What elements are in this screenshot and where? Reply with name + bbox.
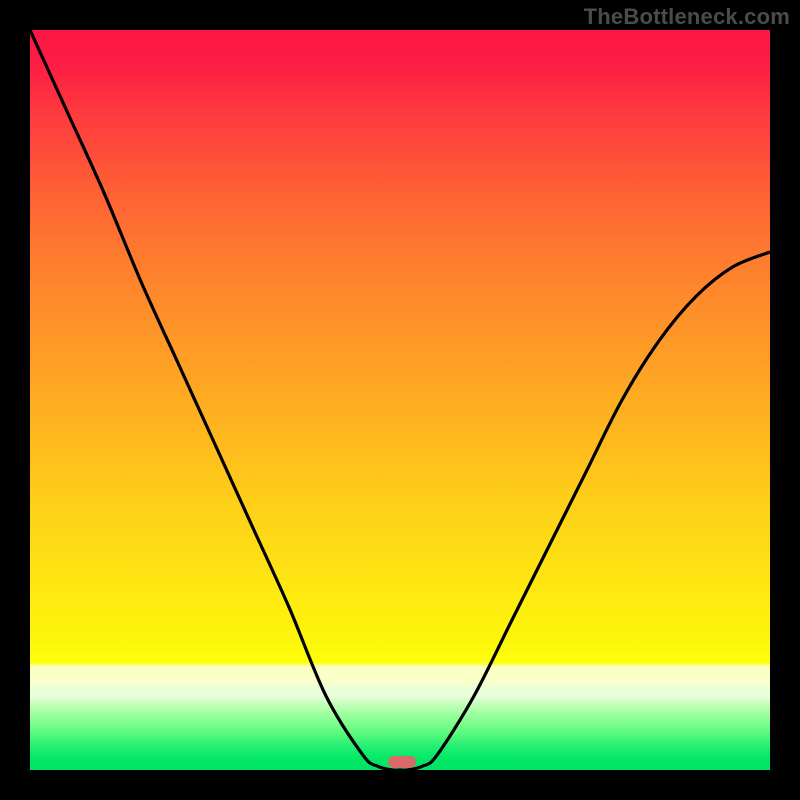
- curve-path: [30, 30, 770, 770]
- plot-area: [30, 30, 770, 770]
- watermark-text: TheBottleneck.com: [584, 4, 790, 30]
- chart-frame: TheBottleneck.com: [0, 0, 800, 800]
- bottleneck-curve: [30, 30, 770, 770]
